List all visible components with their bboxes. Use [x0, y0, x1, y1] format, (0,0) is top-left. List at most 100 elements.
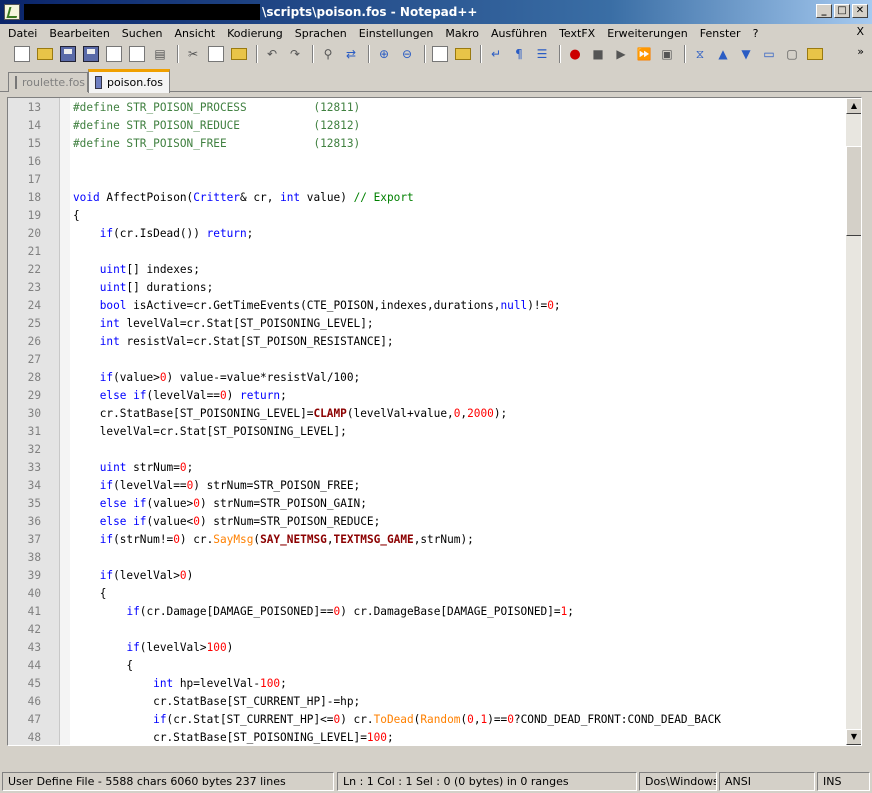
notepad-plus-plus-icon[interactable] — [4, 4, 20, 20]
zoom-in-icon[interactable]: ⊕ — [376, 46, 392, 62]
arrow-up-icon[interactable]: ▲ — [715, 46, 731, 62]
code-line[interactable]: 37 if(strNum!=0) cr.SayMsg(SAY_NETMSG,TE… — [8, 531, 846, 549]
code-line[interactable]: 14 #define STR_POISON_REDUCE (12812) — [8, 117, 846, 135]
menu-bearbeiten[interactable]: Bearbeiten — [43, 27, 115, 40]
undo-icon[interactable]: ↶ — [264, 46, 280, 62]
sync-vertical-icon[interactable] — [432, 46, 448, 62]
code-line[interactable]: 35 else if(value>0) strNum=STR_POISON_GA… — [8, 495, 846, 513]
code-line[interactable]: 40 { — [8, 585, 846, 603]
code-line[interactable]: 41 if(cr.Damage[DAMAGE_POISONED]==0) cr.… — [8, 603, 846, 621]
code-line[interactable]: 48 cr.StatBase[ST_POISONING_LEVEL]=100; — [8, 729, 846, 745]
replace-icon[interactable]: ⇄ — [343, 46, 359, 62]
paste-icon[interactable] — [231, 48, 247, 60]
indent-guide-icon[interactable]: ☰ — [534, 46, 550, 62]
cut-icon[interactable]: ✂ — [185, 46, 201, 62]
menu-help[interactable]: ? — [747, 27, 765, 40]
plugin-icon[interactable] — [807, 48, 823, 60]
close-icon[interactable] — [106, 46, 122, 62]
scroll-thumb[interactable] — [846, 146, 861, 236]
word-wrap-icon[interactable]: ↵ — [488, 46, 504, 62]
code-token: ) cr. — [340, 713, 374, 726]
menu-einstellungen[interactable]: Einstellungen — [353, 27, 440, 40]
code-line[interactable]: 39 if(levelVal>0) — [8, 567, 846, 585]
code-line[interactable]: 19 { — [8, 207, 846, 225]
copy-icon[interactable] — [208, 46, 224, 62]
toolbar-overflow-button[interactable]: » — [857, 45, 864, 58]
menu-makro[interactable]: Makro — [439, 27, 485, 40]
vertical-scrollbar[interactable]: ▲ ▼ — [846, 98, 861, 745]
menu-kodierung[interactable]: Kodierung — [221, 27, 289, 40]
code-line[interactable]: 46 cr.StatBase[ST_CURRENT_HP]-=hp; — [8, 693, 846, 711]
save-all-icon[interactable] — [83, 46, 99, 62]
code-line[interactable]: 28 if(value>0) value-=value*resistVal/10… — [8, 369, 846, 387]
code-line[interactable]: 18 void AffectPoison(Critter& cr, int val… — [8, 189, 846, 207]
code-line[interactable]: 29 else if(levelVal==0) return; — [8, 387, 846, 405]
code-line[interactable]: 22 uint[] indexes; — [8, 261, 846, 279]
code-line[interactable]: 43 if(levelVal>100) — [8, 639, 846, 657]
code-line[interactable]: 38 — [8, 549, 846, 567]
menu-fenster[interactable]: Fenster — [694, 27, 747, 40]
menu-erweiterungen[interactable]: Erweiterungen — [601, 27, 694, 40]
maximize-button[interactable]: □ — [834, 4, 850, 18]
macro-play-icon[interactable]: ▶ — [613, 46, 629, 62]
arrow-down-icon[interactable]: ▼ — [738, 46, 754, 62]
code-line[interactable]: 21 — [8, 243, 846, 261]
menu-sprachen[interactable]: Sprachen — [289, 27, 353, 40]
close-button[interactable]: ✕ — [852, 4, 868, 18]
monitor-icon[interactable]: ▭ — [761, 46, 777, 62]
find-icon[interactable]: ⚲ — [320, 46, 336, 62]
minimize-button[interactable]: _ — [816, 4, 832, 18]
code-line[interactable]: 23 uint[] durations; — [8, 279, 846, 297]
tab-roulette[interactable]: roulette.fos — [8, 72, 88, 92]
code-line[interactable]: 17 — [8, 171, 846, 189]
code-line[interactable]: 36 else if(value<0) strNum=STR_POISON_RE… — [8, 513, 846, 531]
window-title: \scripts\poison.fos - Notepad++ — [262, 5, 478, 19]
menu-datei[interactable]: Datei — [2, 27, 43, 40]
code-token: uint — [99, 281, 127, 294]
macro-stop-icon[interactable]: ■ — [590, 46, 606, 62]
tab-poison[interactable]: poison.fos — [88, 69, 170, 93]
code-editor[interactable]: 13 #define STR_POISON_PROCESS (12811) 14 #d… — [7, 97, 862, 746]
open-file-icon[interactable] — [37, 48, 53, 60]
code-line[interactable]: 30 cr.StatBase[ST_POISONING_LEVEL]=CLAMP… — [8, 405, 846, 423]
code-line[interactable]: 32 — [8, 441, 846, 459]
show-all-chars-icon[interactable]: ¶ — [511, 46, 527, 62]
code-line[interactable]: 16 — [8, 153, 846, 171]
code-line[interactable]: 45 int hp=levelVal-100; — [8, 675, 846, 693]
code-line[interactable]: 34 if(levelVal==0) strNum=STR_POISON_FRE… — [8, 477, 846, 495]
code-line[interactable]: 25 int levelVal=cr.Stat[ST_POISONING_LEV… — [8, 315, 846, 333]
scroll-down-button[interactable]: ▼ — [846, 729, 861, 745]
menu-ansicht[interactable]: Ansicht — [169, 27, 222, 40]
macro-save-icon[interactable]: ▣ — [659, 46, 675, 62]
line-number: 15 — [27, 137, 41, 150]
close-all-icon[interactable] — [129, 46, 145, 62]
menu-ausfuehren[interactable]: Ausführen — [485, 27, 553, 40]
print-icon[interactable]: ▤ — [152, 46, 168, 62]
redo-icon[interactable]: ↷ — [287, 46, 303, 62]
code-line[interactable]: 15 #define STR_POISON_FREE (12813) — [8, 135, 846, 153]
scroll-up-button[interactable]: ▲ — [846, 98, 861, 114]
macro-record-icon[interactable]: ● — [567, 46, 583, 62]
menu-suchen[interactable]: Suchen — [116, 27, 169, 40]
code-line[interactable]: 44 { — [8, 657, 846, 675]
collapse-icon[interactable]: ⧖ — [692, 46, 708, 62]
macro-run-multiple-icon[interactable]: ⏩ — [636, 46, 652, 62]
line-number: 41 — [27, 605, 41, 618]
code-line[interactable]: 42 — [8, 621, 846, 639]
code-line[interactable]: 31 levelVal=cr.Stat[ST_POISONING_LEVEL]; — [8, 423, 846, 441]
code-line[interactable]: 20 if(cr.IsDead()) return; — [8, 225, 846, 243]
code-line[interactable]: 24 bool isActive=cr.GetTimeEvents(CTE_PO… — [8, 297, 846, 315]
code-line[interactable]: 33 uint strNum=0; — [8, 459, 846, 477]
new-file-icon[interactable] — [14, 46, 30, 62]
close-document-button[interactable]: X — [856, 25, 864, 38]
menu-textfx[interactable]: TextFX — [553, 27, 601, 40]
code-line[interactable]: 26 int resistVal=cr.Stat[ST_POISON_RESIS… — [8, 333, 846, 351]
zoom-out-icon[interactable]: ⊖ — [399, 46, 415, 62]
code-line[interactable]: 13 #define STR_POISON_PROCESS (12811) — [8, 99, 846, 117]
sync-horizontal-icon[interactable] — [455, 48, 471, 60]
code-line[interactable]: 47 if(cr.Stat[ST_CURRENT_HP]<= 0) cr.ToDe… — [8, 711, 846, 729]
code-line[interactable]: 27 — [8, 351, 846, 369]
save-icon[interactable] — [60, 46, 76, 62]
console-icon[interactable]: ▢ — [784, 46, 800, 62]
